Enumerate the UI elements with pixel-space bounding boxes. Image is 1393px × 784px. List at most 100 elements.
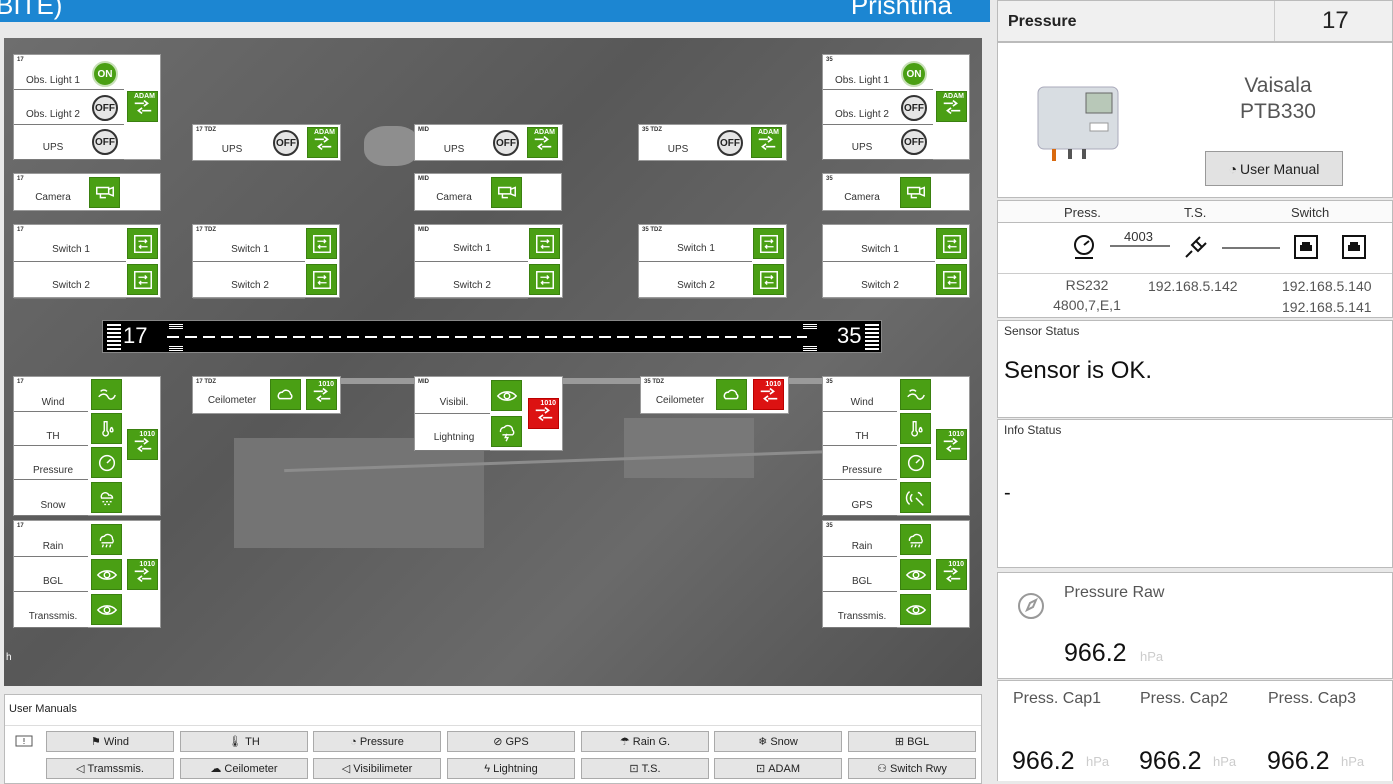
eye-icon[interactable]	[91, 594, 122, 625]
wind-icon[interactable]	[91, 379, 122, 410]
manual-ceilometer-button[interactable]: ☁ Ceilometer	[180, 758, 308, 779]
adam-icon[interactable]: ADAM	[527, 127, 558, 158]
ts-ip: 192.168.5.142	[1148, 278, 1238, 294]
manual-visibilimeter-button[interactable]: ◁ Visibilimeter	[313, 758, 441, 779]
manual-adam-button[interactable]: ⊡ ADAM	[714, 758, 842, 779]
ups-toggle[interactable]: OFF	[493, 130, 519, 156]
serial-converter-alarm-icon[interactable]: 1010	[753, 379, 784, 410]
gauge-icon: ◔	[1228, 160, 1238, 177]
manual-transmissometer-button[interactable]: ◁ Tramssmis.	[46, 758, 174, 779]
rain-icon[interactable]	[91, 524, 122, 555]
label-ups: UPS	[443, 144, 465, 155]
switch-2-icon[interactable]	[753, 264, 784, 295]
row-lightning: Lightning	[415, 414, 490, 451]
serial-label: 1010	[318, 381, 334, 388]
ups-toggle[interactable]: OFF	[273, 130, 299, 156]
button-label: ADAM	[768, 762, 800, 775]
eye-icon[interactable]	[491, 380, 522, 411]
airport-map: h 17 Obs. Light 1 ON Obs. Light 2 OFF UP…	[4, 38, 982, 686]
adam-icon[interactable]: ADAM	[751, 127, 782, 158]
wind-icon[interactable]	[900, 379, 931, 410]
switch-2-icon[interactable]	[529, 264, 560, 295]
cloud-icon[interactable]	[716, 379, 747, 410]
device-info-card: Vaisala PTB330 ◔ User Manual	[997, 42, 1393, 198]
obs-light-1-toggle[interactable]: ON	[92, 61, 118, 87]
adam-icon[interactable]: ADAM	[307, 127, 338, 158]
ethernet-port-icon	[1342, 235, 1366, 259]
switch-2-icon[interactable]	[936, 264, 967, 295]
manual-ts-button[interactable]: ⊡ T.S.	[581, 758, 709, 779]
serial-label: 1010	[139, 431, 155, 438]
ups-toggle[interactable]: OFF	[901, 129, 927, 155]
label-rain: Rain	[42, 541, 64, 552]
rain-icon[interactable]	[900, 524, 931, 555]
thermometer-icon[interactable]	[900, 413, 931, 444]
manual-snow-button[interactable]: ❄ Snow	[714, 731, 842, 752]
label-ups: UPS	[221, 144, 243, 155]
runway-threshold-left	[107, 324, 121, 350]
snow-icon[interactable]	[91, 482, 122, 513]
serial-converter-icon[interactable]: 1010	[306, 379, 337, 410]
adam-icon[interactable]: ADAM	[127, 91, 158, 122]
user-manual-button[interactable]: ◔ User Manual	[1205, 151, 1343, 186]
row-switch-2: Switch 2	[193, 262, 305, 299]
camera-icon[interactable]	[89, 177, 120, 208]
manual-bgl-button[interactable]: ⊞ BGL	[848, 731, 976, 752]
serial-converter-icon[interactable]: 1010	[127, 429, 158, 460]
switch-1-icon[interactable]	[306, 228, 337, 259]
switch-1-icon[interactable]	[936, 228, 967, 259]
switch-1-icon[interactable]	[127, 228, 158, 259]
panel-rain-35: 35 Rain BGL Transsmis. 1010	[822, 520, 970, 628]
switch-2-icon[interactable]	[127, 264, 158, 295]
ups-toggle[interactable]: OFF	[717, 130, 743, 156]
panel-tag: MID	[418, 127, 429, 133]
snowflake-icon: ❄	[758, 736, 768, 748]
eye-icon[interactable]	[900, 594, 931, 625]
manual-lightning-button[interactable]: ϟ Lightning	[447, 758, 575, 779]
manual-gps-button[interactable]: ⊘ GPS	[447, 731, 575, 752]
user-manuals-title: User Manuals	[9, 703, 77, 715]
gauge-icon: ◔	[350, 735, 357, 748]
rain-icon: ☂	[619, 736, 630, 748]
button-label: Rain G.	[632, 735, 671, 748]
label-switch-2: Switch 2	[453, 280, 491, 291]
serial-label: 1010	[765, 381, 781, 388]
eye-icon[interactable]	[91, 559, 122, 590]
ups-toggle[interactable]: OFF	[92, 129, 118, 155]
camera-icon[interactable]	[900, 177, 931, 208]
camera-icon[interactable]	[491, 177, 522, 208]
manual-th-button[interactable]: 🌡 TH	[180, 731, 308, 752]
serial-converter-icon[interactable]: 1010	[936, 559, 967, 590]
obs-light-2-toggle[interactable]: OFF	[901, 95, 927, 121]
cap3-label: Press. Cap3	[1268, 690, 1357, 707]
beam-icon: ◁	[76, 763, 85, 775]
pressure-caps-card: Press. Cap1 966.2 hPa Press. Cap2 966.2 …	[997, 680, 1393, 781]
serial-converter-alarm-icon[interactable]: 1010	[528, 398, 559, 429]
serial-converter-icon[interactable]: 1010	[936, 429, 967, 460]
panel-tag: 17 TDZ	[196, 379, 217, 385]
manual-pressure-button[interactable]: ◔ Pressure	[313, 731, 441, 752]
row-switch-1: Switch 1	[639, 225, 752, 262]
gps-icon[interactable]	[900, 482, 931, 513]
cap3-unit: hPa	[1341, 754, 1365, 769]
label-switch-2: Switch 2	[52, 280, 90, 291]
manual-wind-button[interactable]: ⚑ Wind	[46, 731, 174, 752]
manual-switch-rwy-button[interactable]: ⚇ Switch Rwy	[848, 758, 976, 779]
pressure-icon[interactable]	[91, 447, 122, 478]
obs-light-2-toggle[interactable]: OFF	[92, 95, 118, 121]
cloud-icon[interactable]	[270, 379, 301, 410]
switch-1-icon[interactable]	[753, 228, 784, 259]
switch-1-icon[interactable]	[529, 228, 560, 259]
row-switch-2: Switch 2	[639, 262, 752, 299]
manual-rain-gauge-button[interactable]: ☂ Rain G.	[581, 731, 709, 752]
thermometer-icon[interactable]	[91, 413, 122, 444]
lightning-icon[interactable]	[491, 416, 522, 447]
serial-converter-icon[interactable]: 1010	[127, 559, 158, 590]
obs-light-1-toggle[interactable]: ON	[901, 61, 927, 87]
eye-icon[interactable]	[900, 559, 931, 590]
map-lake	[364, 126, 419, 166]
switch-2-icon[interactable]	[306, 264, 337, 295]
panel-switch-35-tdz: 35 TDZ Switch 1 Switch 2	[638, 224, 787, 299]
adam-icon[interactable]: ADAM	[936, 91, 967, 122]
pressure-icon[interactable]	[900, 447, 931, 478]
